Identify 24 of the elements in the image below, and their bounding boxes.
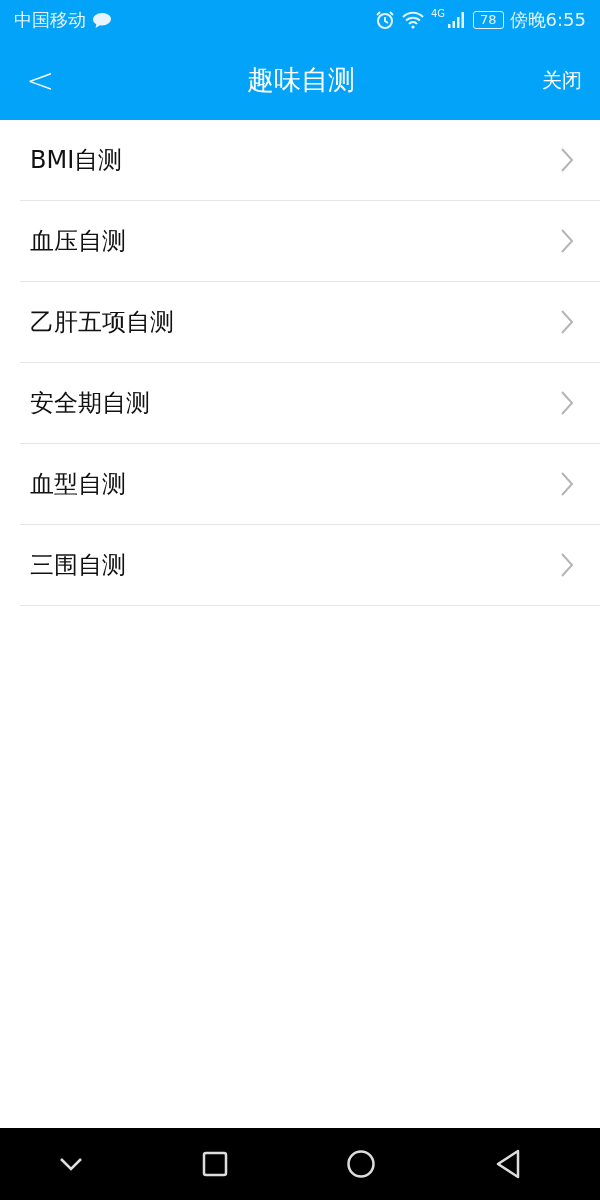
chevron-right-icon	[560, 228, 574, 254]
list-item[interactable]: 乙肝五项自测	[20, 282, 600, 363]
chevron-right-icon	[560, 390, 574, 416]
list-item[interactable]: BMI自测	[20, 120, 600, 201]
list-item[interactable]: 三围自测	[20, 525, 600, 606]
battery-level: 78	[473, 11, 504, 29]
message-icon	[92, 11, 112, 29]
page-title: 趣味自测	[247, 63, 356, 97]
chevron-right-icon	[560, 552, 574, 578]
chevron-right-icon	[560, 147, 574, 173]
wifi-icon	[400, 11, 425, 29]
list-item[interactable]: 血压自测	[20, 201, 600, 282]
square-icon[interactable]	[201, 1151, 228, 1177]
list-item[interactable]: 血型自测	[20, 444, 600, 525]
chevron-down-icon[interactable]	[59, 1157, 84, 1171]
chevron-right-icon	[560, 471, 574, 497]
back-triangle-icon[interactable]	[494, 1149, 521, 1179]
status-time: 傍晚6:55	[509, 8, 586, 32]
carrier-name: 中国移动	[14, 8, 86, 32]
chevron-right-icon	[560, 309, 574, 335]
network-type: 4G	[430, 8, 446, 19]
circle-icon[interactable]	[346, 1149, 377, 1179]
list-item[interactable]: 安全期自测	[20, 363, 600, 444]
alarm-icon	[374, 10, 395, 30]
